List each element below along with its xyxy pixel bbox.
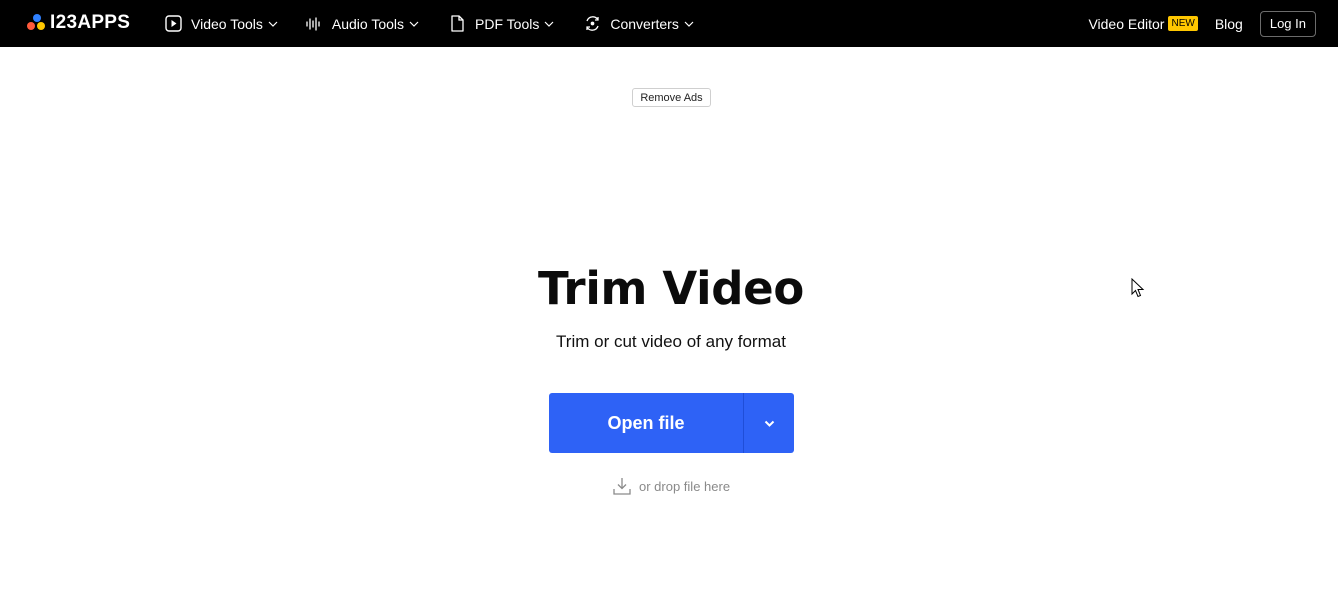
login-button[interactable]: Log In: [1259, 10, 1316, 37]
logo-dots-icon: [27, 13, 47, 33]
convert-icon: [583, 15, 601, 33]
waveform-icon: [305, 15, 323, 33]
document-icon: [448, 15, 466, 33]
download-icon: [612, 476, 632, 496]
chevron-down-icon: [684, 19, 694, 29]
drop-zone-hint[interactable]: or drop file here: [612, 476, 730, 496]
remove-ads-button[interactable]: Remove Ads: [632, 88, 711, 107]
nav-converters[interactable]: Converters: [583, 15, 694, 33]
video-editor-link[interactable]: Video Editor: [1088, 16, 1164, 32]
nav-converters-label: Converters: [610, 15, 679, 32]
nav-audio-tools[interactable]: Audio Tools: [305, 15, 419, 33]
nav-pdf-tools-label: PDF Tools: [475, 15, 540, 32]
page-subtitle: Trim or cut video of any format: [556, 332, 786, 351]
chevron-down-icon: [268, 19, 278, 29]
nav-video-tools[interactable]: Video Tools: [164, 15, 278, 33]
logo[interactable]: I23APPS: [27, 12, 131, 33]
drop-hint-label: or drop file here: [639, 478, 731, 494]
mouse-cursor-icon: [1131, 277, 1145, 298]
chevron-down-icon: [764, 414, 775, 432]
nav-pdf-tools[interactable]: PDF Tools: [448, 15, 554, 33]
top-navigation-bar: I23APPS Video Tools Audio Tools PDF Tool…: [0, 0, 1338, 47]
chevron-down-icon: [409, 19, 419, 29]
nav-video-tools-label: Video Tools: [191, 15, 263, 32]
chevron-down-icon: [544, 19, 554, 29]
blog-link[interactable]: Blog: [1215, 16, 1243, 32]
open-file-button[interactable]: Open file: [549, 393, 743, 453]
logo-text: I23APPS: [50, 12, 131, 33]
nav-audio-tools-label: Audio Tools: [331, 15, 405, 32]
open-file-dropdown-button[interactable]: [744, 393, 794, 453]
open-file-group: Open file: [549, 393, 794, 453]
main-nav: Video Tools Audio Tools PDF Tools Conver…: [164, 0, 694, 47]
header-right: Video Editor NEW Blog Log In: [1088, 0, 1316, 47]
play-icon: [164, 15, 182, 33]
new-badge: NEW: [1168, 16, 1198, 31]
